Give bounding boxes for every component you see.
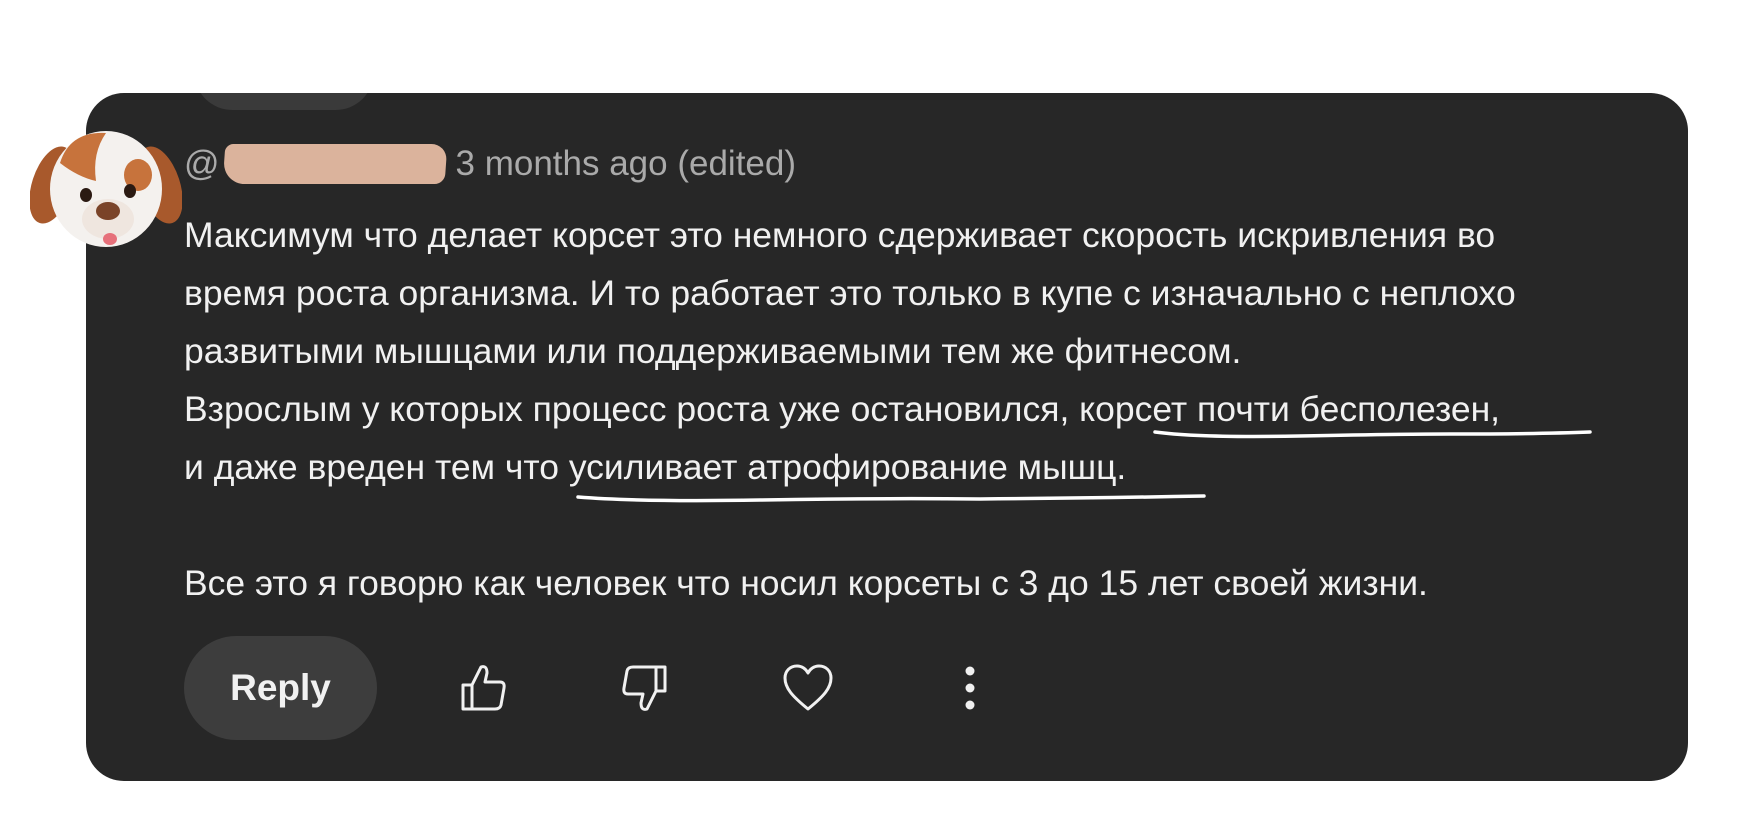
comment-line: время роста организма. И то работает это… (184, 273, 1516, 313)
comment-line-blank (184, 496, 1654, 554)
heart-icon (783, 664, 833, 711)
comment-line: Все это я говорю как человек что носил к… (184, 563, 1428, 603)
dislike-button[interactable] (610, 636, 680, 740)
comment-line: Максимум что делает корсет это немного с… (184, 215, 1496, 255)
previous-reply-button[interactable] (194, 93, 374, 110)
heart-button[interactable] (773, 636, 843, 740)
reply-button[interactable]: Reply (184, 636, 377, 740)
avatar[interactable] (30, 123, 182, 253)
like-button[interactable] (448, 636, 518, 740)
comment-line: и даже вреден тем что усиливает атрофиро… (184, 447, 1127, 487)
comment-header: @ 3 months ago (edited) (184, 140, 796, 188)
redacted-author-name (222, 144, 447, 184)
comment-line: развитыми мышцами или поддерживаемыми те… (184, 331, 1242, 371)
comment-body: Максимум что делает корсет это немного с… (184, 206, 1654, 612)
comment-line: Взрослым у которых процесс роста уже ост… (184, 389, 1501, 429)
thumbs-down-icon (622, 665, 667, 711)
thumbs-up-icon (461, 665, 506, 711)
more-button[interactable] (935, 636, 1005, 740)
author-handle-prefix[interactable]: @ (184, 144, 220, 184)
comment-actions: Reply (184, 636, 377, 740)
comment-timestamp[interactable]: 3 months ago (edited) (456, 144, 796, 184)
more-vertical-icon (965, 666, 975, 710)
